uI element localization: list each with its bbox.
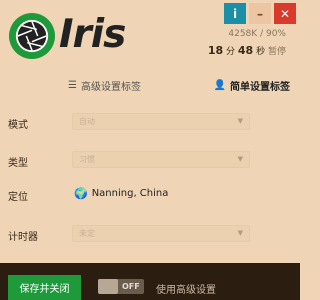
chevron-down-icon: ▼ — [237, 229, 243, 237]
type-label: 类型 — [8, 158, 28, 169]
info-button[interactable]: i — [224, 3, 246, 24]
timer-status: 暂停 — [267, 47, 286, 57]
save-and-close-button[interactable]: 保存并关闭 — [8, 275, 81, 300]
use-advanced-settings-label: 使用高级设置 — [156, 285, 216, 296]
memory-usage: 4258K — [228, 29, 258, 39]
mode-label: 模式 — [8, 120, 28, 131]
location-label: 定位 — [8, 192, 28, 203]
mode-select[interactable]: 自动 ▼ — [72, 113, 250, 130]
minimize-button[interactable]: – — [249, 3, 271, 24]
timer-value: 未定 — [79, 229, 95, 238]
timer-label: 计时器 — [8, 232, 38, 243]
type-value: 习惯 — [79, 155, 95, 164]
timer-minutes-unit: 分 — [226, 47, 236, 57]
toggle-state: OFF — [122, 282, 140, 291]
iris-logo-icon — [9, 13, 55, 59]
settings-tabs: ☰ 高级设置标签 👤 简单设置标签 — [68, 78, 290, 93]
toggle-knob — [98, 279, 118, 294]
location-value-group: 🌍 Nanning, China — [74, 187, 168, 200]
memory-stats: 4258K / 90% — [228, 29, 286, 39]
tab-simple-label: 简单设置标签 — [230, 82, 290, 93]
globe-icon: 🌍 — [74, 187, 88, 200]
timer-minutes: 18 — [207, 44, 224, 57]
tab-simple-settings[interactable]: 👤 简单设置标签 — [214, 78, 290, 93]
location-value: Nanning, China — [91, 188, 169, 199]
advanced-settings-toggle[interactable]: OFF — [98, 279, 144, 294]
mode-value: 自动 — [79, 117, 95, 126]
close-button[interactable]: ✕ — [274, 3, 296, 24]
list-icon: ☰ — [68, 80, 77, 91]
tab-advanced-label: 高级设置标签 — [80, 82, 141, 93]
user-icon: 👤 — [213, 80, 226, 91]
timer-display: 18 分 48 秒 暂停 — [208, 44, 286, 57]
chevron-down-icon: ▼ — [237, 155, 243, 163]
timer-select[interactable]: 未定 ▼ — [72, 225, 250, 242]
tab-advanced-settings[interactable]: ☰ 高级设置标签 — [68, 78, 141, 93]
timer-seconds: 48 — [237, 44, 254, 57]
chevron-down-icon: ▼ — [237, 117, 243, 125]
app-title: Iris — [59, 12, 126, 57]
type-select[interactable]: 习惯 ▼ — [72, 151, 250, 168]
stats-separator: / — [260, 29, 264, 39]
timer-seconds-unit: 秒 — [256, 47, 266, 57]
percent-usage: 90% — [265, 29, 286, 39]
